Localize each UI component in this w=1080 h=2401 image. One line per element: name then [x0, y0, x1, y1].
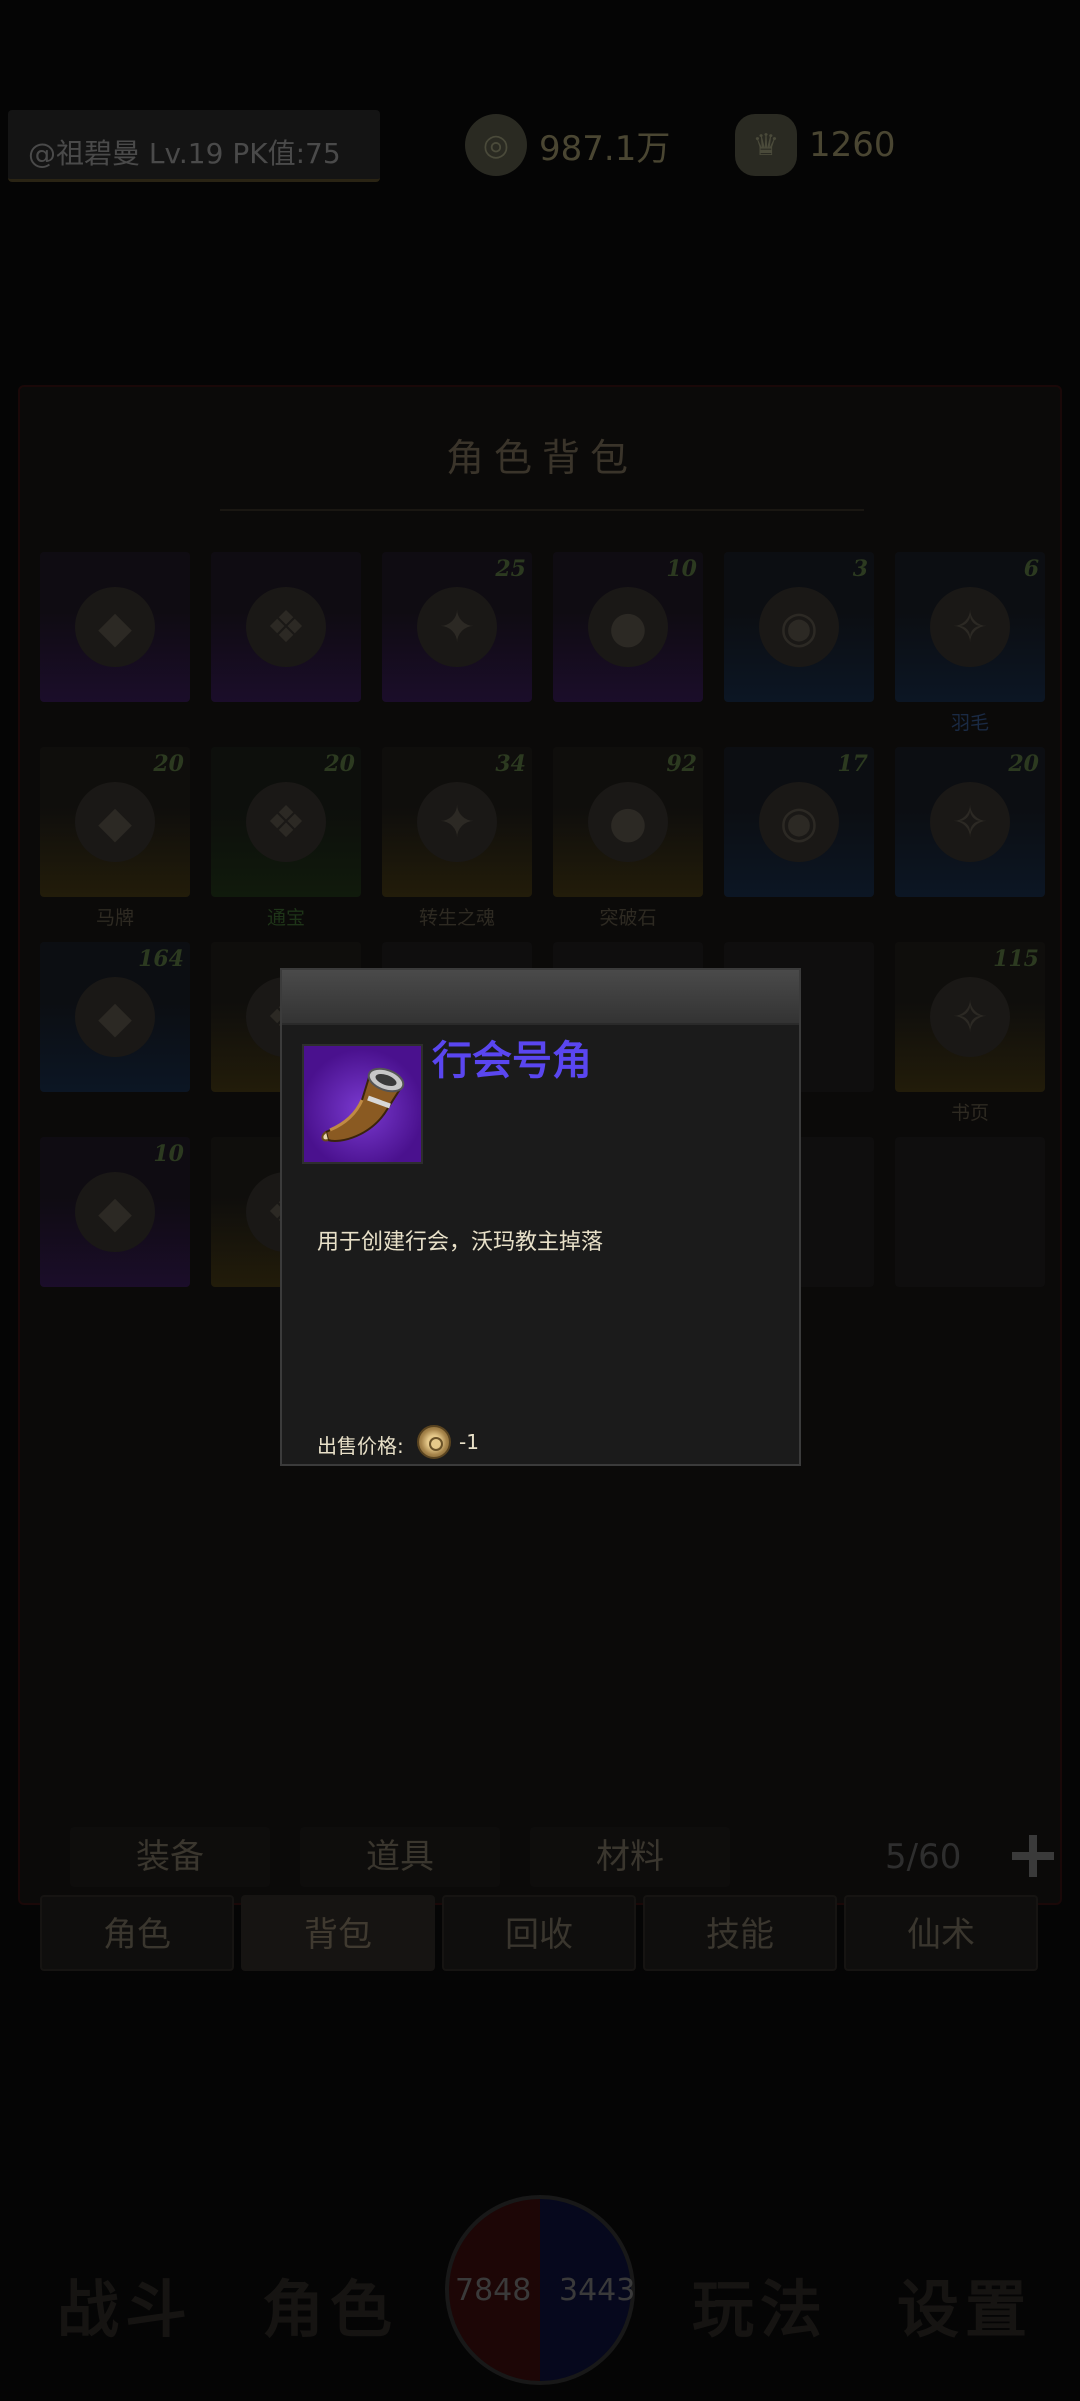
item-count: 34 [495, 751, 526, 777]
item-count: 10 [153, 1141, 184, 1167]
item-label: 通宝 [266, 907, 305, 929]
coin-icon [417, 1425, 451, 1459]
item-count: 20 [153, 751, 184, 777]
item-count: 164 [138, 946, 184, 972]
item-count: 17 [837, 751, 868, 777]
item-count: 10 [666, 556, 697, 582]
inventory-slot[interactable]: ✦ 34 转生之魂 [382, 747, 532, 942]
inventory-slot[interactable]: ◆ 10 [40, 1137, 190, 1332]
sell-price-value: -1 [459, 1430, 479, 1454]
item-description: 用于创建行会，沃玛教主掉落 [317, 1230, 604, 1255]
inventory-slot[interactable]: ◆ 164 [40, 942, 190, 1137]
item-count: 20 [324, 751, 355, 777]
inventory-slot[interactable]: ❖ 20 通宝 [211, 747, 361, 942]
item-icon: ✧ [930, 977, 1010, 1057]
ingot-amount: 1260 [809, 125, 896, 165]
tooltip-header [282, 970, 799, 1025]
mp-value: 3443 [559, 2273, 636, 2308]
title-divider [220, 509, 864, 511]
inventory-slot[interactable] [895, 1137, 1045, 1332]
item-icon: ◆ [75, 587, 155, 667]
nav-character-button[interactable]: 角色 [225, 2255, 435, 2365]
item-icon-frame [302, 1044, 423, 1164]
item-icon: ✧ [930, 587, 1010, 667]
expand-bag-plus-icon[interactable] [1012, 1835, 1054, 1877]
item-count: 6 [1023, 556, 1039, 582]
role-tabs: 角色 背包 回收 技能 仙术 [40, 1895, 1040, 1971]
item-count: 3 [852, 556, 868, 582]
slot-background: ❖ [211, 552, 361, 702]
inventory-slot[interactable]: ❖ [211, 552, 361, 747]
item-label: 转生之魂 [418, 907, 495, 929]
ingot-currency: ♛ 1260 [735, 108, 1035, 182]
inventory-slot[interactable]: ◆ [40, 552, 190, 747]
slot-background: ✧ [895, 552, 1045, 702]
bag-capacity: 5/60 [885, 1837, 962, 1877]
item-icon: ◆ [75, 1172, 155, 1252]
item-count: 115 [993, 946, 1039, 972]
item-label: 马牌 [95, 907, 134, 929]
player-info-text: @祖碧曼 Lv.19 PK值:75 [28, 137, 341, 170]
nav-gameplay-button[interactable]: 玩法 [655, 2255, 865, 2365]
item-count: 25 [495, 556, 526, 582]
inventory-slot[interactable]: ● 92 突破石 [553, 747, 703, 942]
item-tooltip[interactable]: 行会号角 用于创建行会，沃玛教主掉落 出售价格: -1 [280, 968, 801, 1466]
top-bar: @祖碧曼 Lv.19 PK值:75 ◎ 987.1万 ♛ 1260 [0, 100, 1080, 190]
tab-bag[interactable]: 背包 [241, 1895, 435, 1971]
tab-skills[interactable]: 技能 [643, 1895, 837, 1971]
item-icon: ✦ [417, 587, 497, 667]
gold-coin-icon: ◎ [465, 114, 527, 176]
item-icon: ◉ [759, 782, 839, 862]
item-icon: ◆ [75, 782, 155, 862]
nav-settings-button[interactable]: 设置 [860, 2255, 1070, 2365]
item-icon: ◉ [759, 587, 839, 667]
inventory-slot[interactable]: ◉ 3 [724, 552, 874, 747]
item-name: 行会号角 [432, 1038, 592, 1084]
player-info[interactable]: @祖碧曼 Lv.19 PK值:75 [8, 110, 380, 182]
inventory-slot[interactable]: ◉ 17 [724, 747, 874, 942]
panel-title: 角色背包 [445, 436, 638, 480]
item-label: 羽毛 [950, 712, 989, 734]
tab-materials[interactable]: 材料 [530, 1827, 730, 1887]
inventory-slot[interactable]: ● 10 [553, 552, 703, 747]
tab-immortal-arts[interactable]: 仙术 [844, 1895, 1038, 1971]
nav-battle-button[interactable]: 战斗 [20, 2255, 230, 2365]
inventory-slot[interactable]: ✧ 20 [895, 747, 1045, 942]
item-icon: ❖ [246, 782, 326, 862]
item-count: 20 [1008, 751, 1039, 777]
item-count: 92 [666, 751, 697, 777]
hp-mp-orb: 7848 3443 [445, 2195, 635, 2385]
slot-background [895, 1137, 1045, 1287]
sell-price-label: 出售价格: [317, 1434, 404, 1458]
tab-items[interactable]: 道具 [300, 1827, 500, 1887]
slot-background: ◉ [724, 552, 874, 702]
hp-value: 7848 [455, 2273, 532, 2308]
bag-subtabs: 装备 道具 材料 5/60 [70, 1827, 1054, 1887]
tab-recycle[interactable]: 回收 [442, 1895, 636, 1971]
item-icon: ✦ [417, 782, 497, 862]
item-icon: ● [588, 782, 668, 862]
item-icon: ❖ [246, 587, 326, 667]
inventory-slot[interactable]: ✧ 115 书页 [895, 942, 1045, 1137]
item-icon: ● [588, 587, 668, 667]
ingot-icon: ♛ [735, 114, 797, 176]
tab-equipment[interactable]: 装备 [70, 1827, 270, 1887]
item-label: 突破石 [599, 907, 657, 929]
inventory-slot[interactable]: ◆ 20 马牌 [40, 747, 190, 942]
gold-amount: 987.1万 [539, 128, 671, 169]
inventory-slot[interactable]: ✦ 25 [382, 552, 532, 747]
item-icon: ◆ [75, 977, 155, 1057]
slot-background: ◆ [40, 552, 190, 702]
gold-currency: ◎ 987.1万 [465, 108, 725, 182]
inventory-slot[interactable]: ✧ 6 羽毛 [895, 552, 1045, 747]
tab-character[interactable]: 角色 [40, 1895, 234, 1971]
horn-icon [321, 1067, 405, 1142]
item-label: 书页 [950, 1102, 989, 1124]
item-icon: ✧ [930, 782, 1010, 862]
